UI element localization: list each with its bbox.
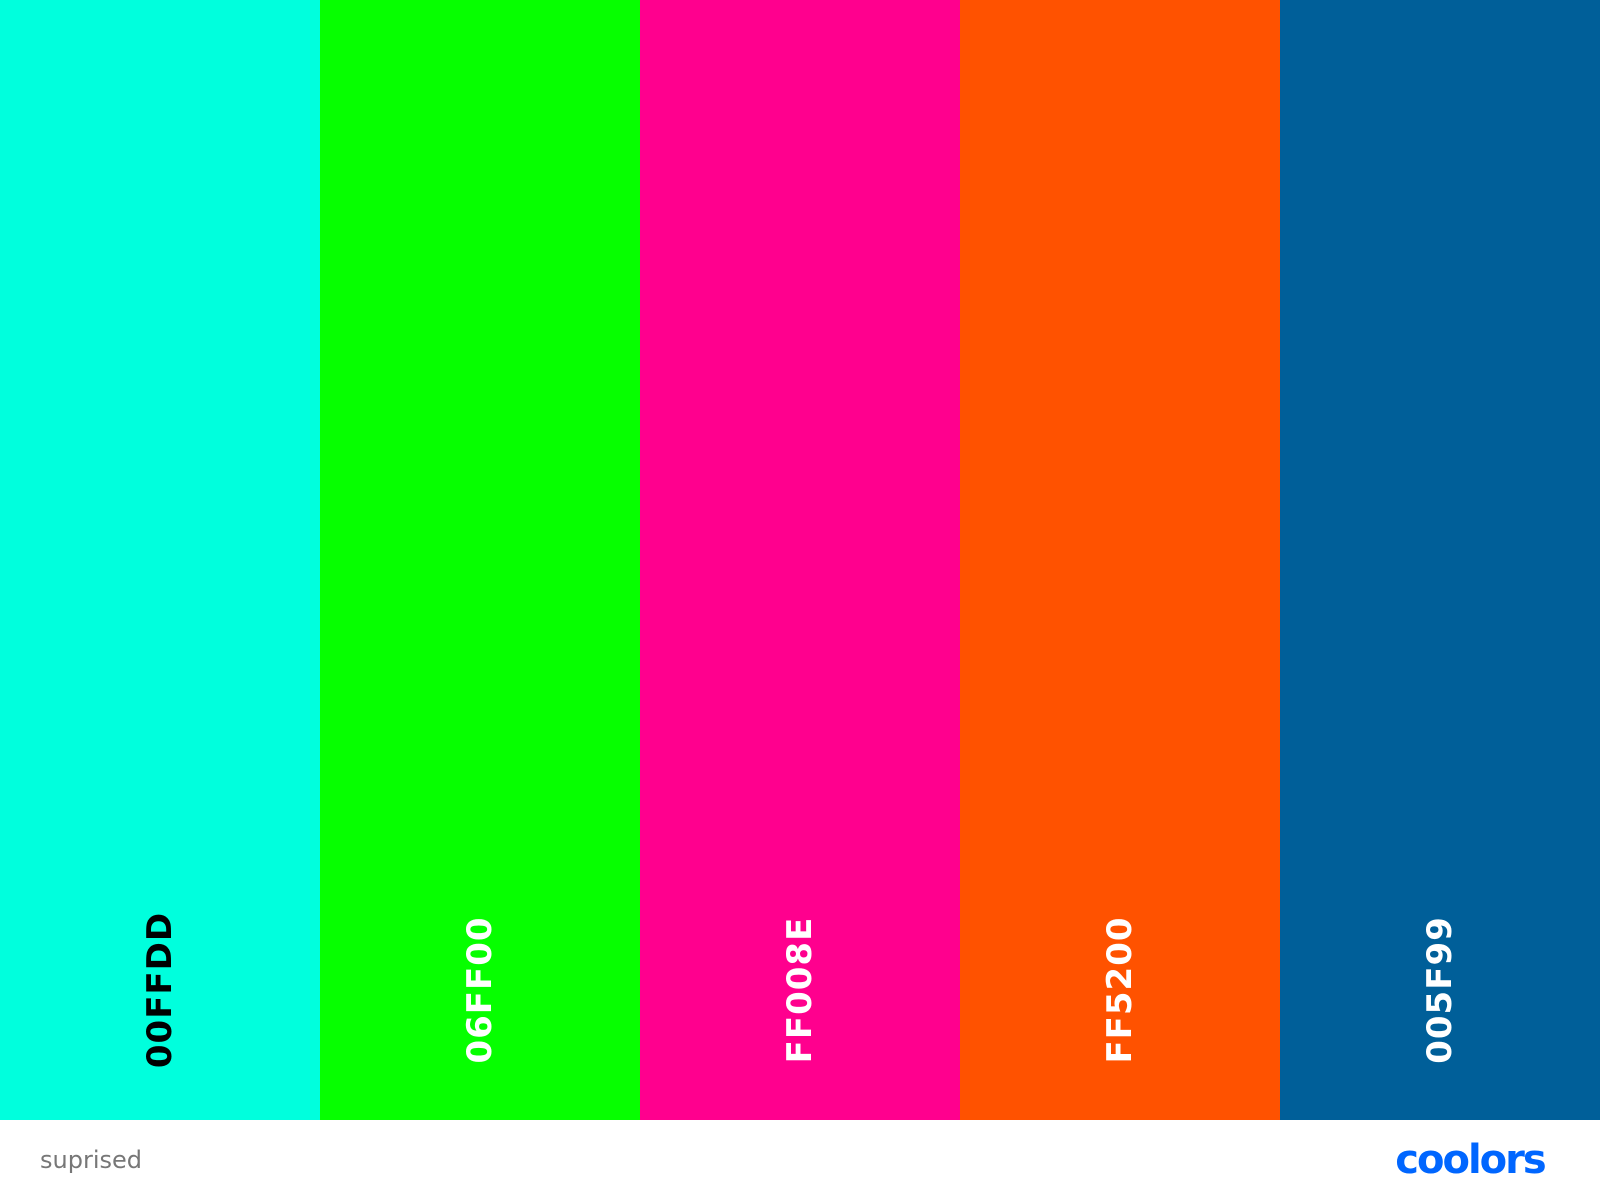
- footer-bar: [0, 1120, 1600, 1200]
- color-swatch-2[interactable]: 06FF00: [320, 0, 640, 1120]
- color-swatch-1[interactable]: 00FFDD: [0, 0, 320, 1120]
- color-swatch-3[interactable]: FF008E: [640, 0, 960, 1120]
- coolors-logo[interactable]: coolors: [1380, 1140, 1560, 1180]
- color-palette: 00FFDD 06FF00 FF008E FF5200 005F99: [0, 0, 1600, 1120]
- color-swatch-4[interactable]: FF5200: [960, 0, 1280, 1120]
- hex-code-label: 06FF00: [460, 916, 500, 1064]
- palette-name: suprised: [40, 1146, 142, 1174]
- hex-code-label: FF5200: [1100, 916, 1140, 1064]
- coolors-logo-text: coolors: [1395, 1140, 1545, 1180]
- hex-code-label: FF008E: [780, 916, 820, 1064]
- hex-code-label: 00FFDD: [140, 911, 180, 1069]
- color-swatch-5[interactable]: 005F99: [1280, 0, 1600, 1120]
- hex-code-label: 005F99: [1420, 916, 1460, 1064]
